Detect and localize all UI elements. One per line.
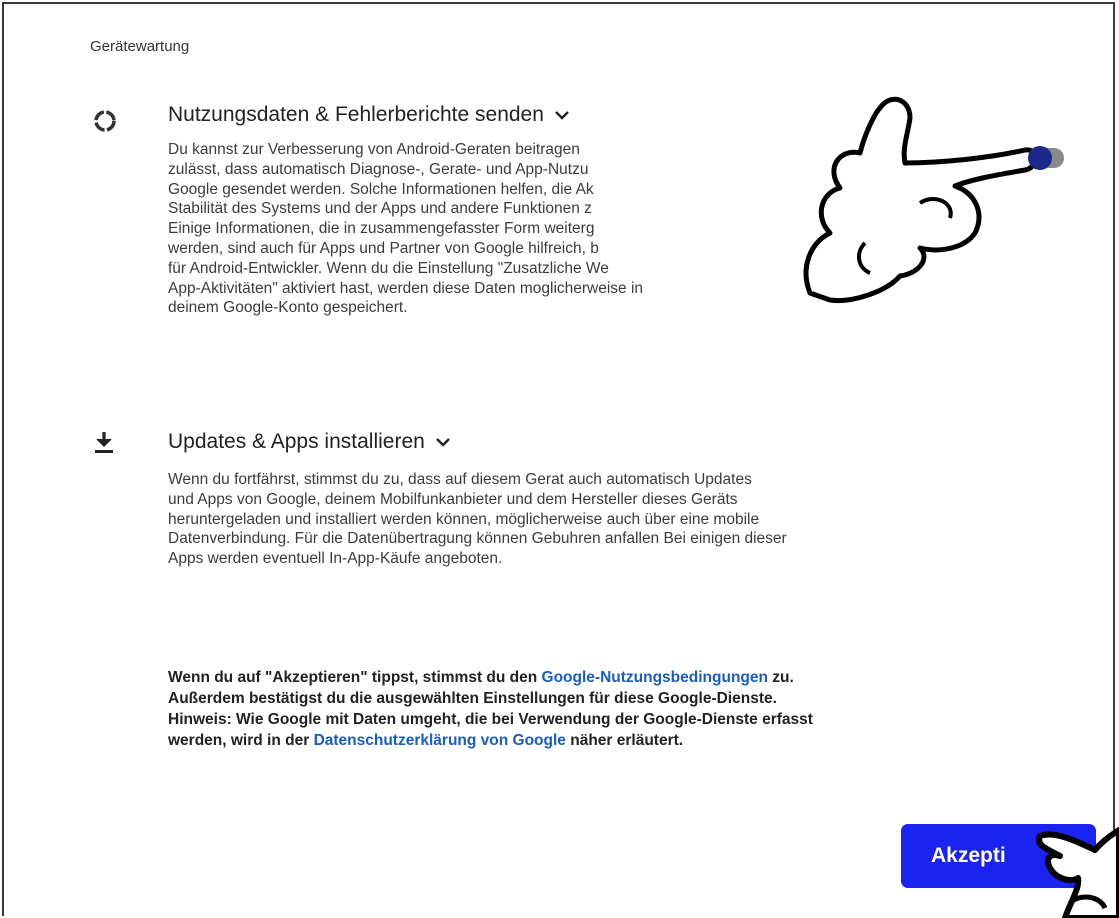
item-title-updates[interactable]: Updates & Apps installieren bbox=[168, 430, 451, 454]
text-line: App-Aktivitäten" aktiviert hast, werden … bbox=[168, 279, 644, 297]
text-line: Google gesendet werden. Solche Informati… bbox=[168, 180, 594, 198]
updates-description: Wenn du fortfährst, stimmst du zu, dass … bbox=[168, 470, 1068, 569]
text-line: Einige Informationen, die in zusammengef… bbox=[168, 220, 595, 238]
terms-line: werden, wird in der bbox=[168, 732, 314, 749]
privacy-link[interactable]: Datenschutzerklärung von Google bbox=[314, 732, 566, 749]
text-line: werden, sind auch für Apps und Partner v… bbox=[168, 239, 599, 257]
terms-line: näher erläutert. bbox=[565, 732, 684, 749]
download-icon bbox=[95, 432, 113, 453]
text-line: heruntergeladen und installiert werden k… bbox=[168, 510, 760, 528]
terms-line: Wenn du auf "Akzeptieren" tippst, stimms… bbox=[168, 669, 542, 686]
terms-link[interactable]: Google-Nutzungsbedingungen bbox=[542, 669, 768, 686]
loading-ring-icon bbox=[94, 110, 116, 132]
terms-line: Hinweis: Wie Google mit Daten umgeht, di… bbox=[168, 711, 813, 728]
text-line: deinem Google-Konto gespeichert. bbox=[168, 299, 408, 317]
text-line: Wenn du fortfährst, stimmst du zu, dass … bbox=[168, 471, 752, 488]
text-line: für Android-Entwickler. Wenn du die Eins… bbox=[168, 259, 609, 277]
text-line: Apps werden eventuell In-App-Käufe angeb… bbox=[168, 550, 503, 568]
usage-toggle[interactable] bbox=[1028, 146, 1064, 170]
text-line: Du kannst zur Verbesserung von Android-G… bbox=[168, 141, 580, 158]
terms-text: Wenn du auf "Akzeptieren" tippst, stimms… bbox=[168, 667, 1068, 751]
text-line: und Apps von Google, deinem Mobilfunkanb… bbox=[168, 490, 738, 508]
pointing-hand-icon bbox=[770, 68, 1080, 313]
text-line: Stabilität des Systems und der Apps und … bbox=[168, 200, 592, 218]
terms-line: Außerdem bestätigst du die ausgewählten … bbox=[168, 690, 777, 707]
text-line: zulässt, dass automatisch Diagnose-, Ger… bbox=[168, 160, 589, 178]
item-title-usage[interactable]: Nutzungsdaten & Fehlerberichte senden bbox=[168, 103, 570, 127]
chevron-down-icon[interactable] bbox=[435, 434, 451, 450]
text-line: Datenverbindung. Für die Datenübertragun… bbox=[168, 530, 787, 548]
section-title: Gerätewartung bbox=[90, 38, 190, 55]
toggle-knob bbox=[1028, 146, 1052, 170]
pointing-hand-icon bbox=[1036, 827, 1119, 918]
item-title-label: Nutzungsdaten & Fehlerberichte senden bbox=[168, 103, 544, 126]
terms-line: zu. bbox=[767, 669, 794, 686]
chevron-down-icon[interactable] bbox=[554, 107, 570, 123]
item-title-label: Updates & Apps installieren bbox=[168, 430, 425, 453]
